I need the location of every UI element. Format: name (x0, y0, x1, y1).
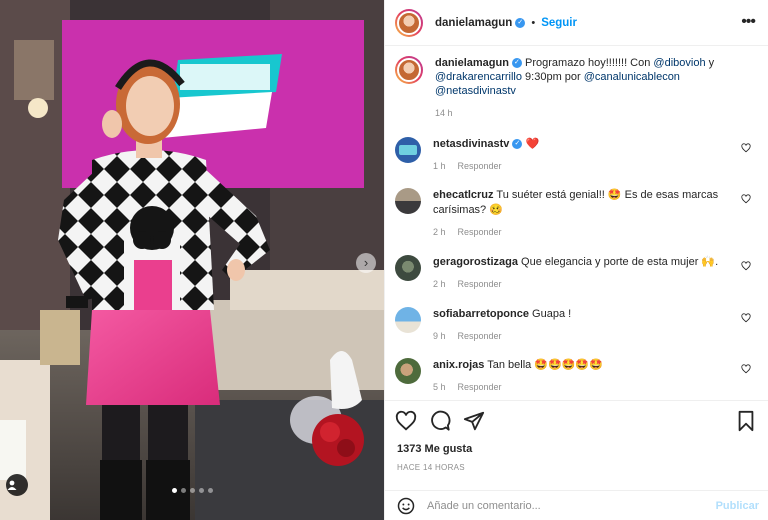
verified-badge-icon: ✓ (512, 139, 523, 150)
next-slide-chevron-icon[interactable]: › (356, 253, 376, 273)
comment-meta: 9 h Responder (433, 329, 733, 344)
comment-body: ehecatlcruz Tu suéter está genial!! 🤩 Es… (433, 188, 733, 240)
carousel-dot (199, 488, 204, 493)
caption-timestamp: 14 h (435, 108, 453, 118)
like-heart-icon[interactable] (395, 410, 417, 432)
comment-item: sofiabarretoponce Guapa ! 9 h Responder (395, 307, 759, 344)
caption-mention[interactable]: @netasdivinastv (435, 85, 516, 97)
comment-time: 1 h (433, 161, 446, 171)
comment-meta: 5 h Responder (433, 380, 733, 395)
commenter-avatar[interactable] (395, 307, 421, 333)
commenter-avatar[interactable] (395, 255, 421, 281)
comment-username[interactable]: netasdivinastv (433, 138, 509, 150)
comment-text: ❤️ (525, 138, 540, 150)
comment-username[interactable]: sofiabarretoponce (433, 308, 529, 320)
caption-author-avatar[interactable] (395, 56, 423, 84)
comment-bubble-icon[interactable] (429, 410, 451, 432)
like-comment-heart-icon[interactable] (741, 313, 751, 323)
more-options-icon[interactable]: ••• (741, 13, 756, 31)
comment-time: 5 h (433, 382, 446, 392)
comment-meta: 2 h Responder (433, 225, 733, 240)
comment-item: ehecatlcruz Tu suéter está genial!! 🤩 Es… (395, 188, 759, 240)
verified-badge-icon: ✓ (511, 58, 522, 69)
carousel-dot (181, 488, 186, 493)
post-dialog: › danielamagun ✓ • Seguir ••• danielamag… (0, 0, 768, 520)
reply-button[interactable]: Responder (458, 331, 502, 341)
commenter-avatar[interactable] (395, 137, 421, 163)
studio-photo (0, 0, 384, 520)
follow-button[interactable]: Seguir (541, 17, 577, 29)
publish-button[interactable]: Publicar (716, 500, 759, 512)
verified-badge-icon: ✓ (515, 17, 526, 28)
carousel-dot (208, 488, 213, 493)
comment-body: geragorostizaga Que elegancia y porte de… (433, 255, 733, 292)
comment-body: anix.rojas Tan bella 🤩🤩🤩🤩🤩 5 h Responder (433, 358, 733, 395)
emoji-smiley-icon[interactable] (397, 497, 415, 515)
comment-item: netasdivinastv ✓ ❤️ 1 h Responder (395, 137, 759, 174)
share-paper-plane-icon[interactable] (463, 410, 485, 432)
comment-username[interactable]: geragorostizaga (433, 256, 518, 268)
action-icons (395, 410, 485, 432)
post-photo[interactable]: › (0, 0, 384, 520)
post-details-panel: danielamagun ✓ • Seguir ••• danielamagun… (384, 0, 768, 520)
post-caption: danielamagun ✓ Programazo hoy!!!!!!! Con … (395, 56, 755, 120)
carousel-dots (172, 488, 213, 493)
comment-meta: 1 h Responder (433, 159, 733, 174)
post-date: HACE 14 HORAS (397, 463, 465, 472)
like-comment-heart-icon[interactable] (741, 143, 751, 153)
comment-text: Que elegancia y porte de esta mujer 🙌. (521, 256, 719, 268)
caption-text: danielamagun ✓ Programazo hoy!!!!!!! Con … (435, 56, 745, 120)
tagged-user-icon[interactable] (6, 474, 28, 496)
caption-part: Programazo hoy!!!!!!! Con (525, 57, 654, 69)
comment-item: geragorostizaga Que elegancia y porte de… (395, 255, 759, 292)
comment-meta: 2 h Responder (433, 277, 733, 292)
caption-part: 9:30pm por (521, 71, 584, 83)
save-bookmark-icon[interactable] (735, 410, 757, 432)
caption-author[interactable]: danielamagun (435, 57, 509, 69)
reply-button[interactable]: Responder (458, 279, 502, 289)
comment-item: anix.rojas Tan bella 🤩🤩🤩🤩🤩 5 h Responder (395, 358, 759, 395)
comment-time: 9 h (433, 331, 446, 341)
commenter-avatar[interactable] (395, 358, 421, 384)
caption-mention[interactable]: @canalunicablecon (584, 71, 680, 83)
comment-time: 2 h (433, 279, 446, 289)
carousel-dot (172, 488, 177, 493)
comment-username[interactable]: anix.rojas (433, 359, 484, 371)
reply-button[interactable]: Responder (458, 382, 502, 392)
comment-body: netasdivinastv ✓ ❤️ 1 h Responder (433, 137, 733, 174)
comment-username[interactable]: ehecatlcruz (433, 189, 494, 201)
post-header: danielamagun ✓ • Seguir ••• (385, 0, 768, 46)
comment-text: Tan bella 🤩🤩🤩🤩🤩 (487, 359, 603, 371)
header-separator: • (531, 16, 536, 29)
caption-part: y (705, 57, 715, 69)
like-comment-heart-icon[interactable] (741, 194, 751, 204)
carousel-dot (190, 488, 195, 493)
comment-input[interactable] (427, 499, 697, 512)
comment-time: 2 h (433, 227, 446, 237)
like-comment-heart-icon[interactable] (741, 364, 751, 374)
caption-mention[interactable]: @dibovioh (653, 57, 705, 69)
comment-body: sofiabarretoponce Guapa ! 9 h Responder (433, 307, 733, 344)
commenter-avatar[interactable] (395, 188, 421, 214)
reply-button[interactable]: Responder (458, 161, 502, 171)
comment-text: Guapa ! (532, 308, 572, 320)
caption-mention[interactable]: @drakarencarrillo (435, 71, 522, 83)
author-username[interactable]: danielamagun (435, 17, 512, 29)
like-comment-heart-icon[interactable] (741, 261, 751, 271)
add-comment-bar: Publicar (385, 490, 768, 520)
like-count[interactable]: 1373 Me gusta (397, 443, 472, 455)
reply-button[interactable]: Responder (458, 227, 502, 237)
author-avatar[interactable] (395, 8, 423, 37)
